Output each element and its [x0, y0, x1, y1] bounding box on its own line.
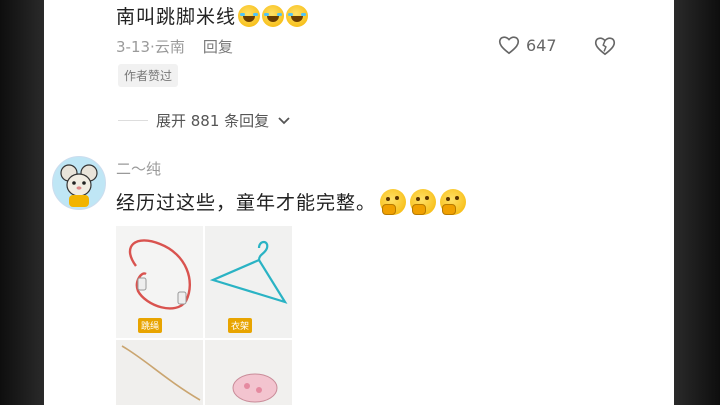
thinking-emoji-icon — [380, 188, 407, 215]
heart-icon — [498, 36, 520, 55]
like-button[interactable]: 647 — [498, 35, 557, 55]
laughing-crying-emoji-icon — [262, 4, 285, 27]
dark-edge-left — [0, 0, 44, 405]
reply-button[interactable]: 回复 — [203, 36, 233, 57]
expand-replies-button[interactable]: 展开 881 条回复 — [118, 110, 291, 131]
avatar[interactable] — [52, 156, 106, 210]
dislike-button[interactable] — [594, 36, 616, 60]
broken-heart-icon — [594, 37, 616, 56]
photo-divider — [203, 226, 205, 405]
reply-meta: 3-13·云南 回复 — [116, 36, 233, 57]
comment-photo-grid[interactable]: 跳绳 衣架 — [116, 226, 292, 405]
expand-label: 展开 881 条回复 — [156, 112, 270, 130]
photo-tag: 衣架 — [228, 318, 253, 333]
reply-date: 3-13 — [116, 38, 151, 56]
like-count: 647 — [526, 35, 557, 55]
laughing-crying-emoji-icon — [238, 4, 261, 27]
reply-text: 南叫跳脚米线 — [116, 2, 309, 29]
toy-image — [205, 340, 292, 405]
reply-content: 南叫跳脚米线 — [116, 6, 237, 28]
comment-content: 经历过这些，童年才能完整。 — [116, 192, 377, 214]
author-liked-badge: 作者赞过 — [118, 64, 179, 87]
thinking-emoji-icon — [440, 188, 467, 215]
photo-tag: 跳绳 — [138, 318, 163, 333]
mouse-avatar-icon — [60, 164, 98, 207]
reply-location: 云南 — [154, 38, 185, 56]
chevron-down-icon — [278, 116, 290, 124]
rubber-band-image — [116, 340, 204, 405]
thinking-emoji-icon — [410, 188, 437, 215]
comment-username[interactable]: 二～纯 — [116, 158, 161, 179]
comment-text: 经历过这些，童年才能完整。 — [116, 188, 467, 215]
photo-divider — [116, 338, 292, 340]
dark-edge-right — [674, 0, 720, 405]
divider — [118, 120, 148, 121]
comment-panel: 南叫跳脚米线 3-13·云南 回复 647 作者赞过 展开 881 条回复 二～… — [44, 0, 674, 405]
laughing-crying-emoji-icon — [286, 4, 309, 27]
